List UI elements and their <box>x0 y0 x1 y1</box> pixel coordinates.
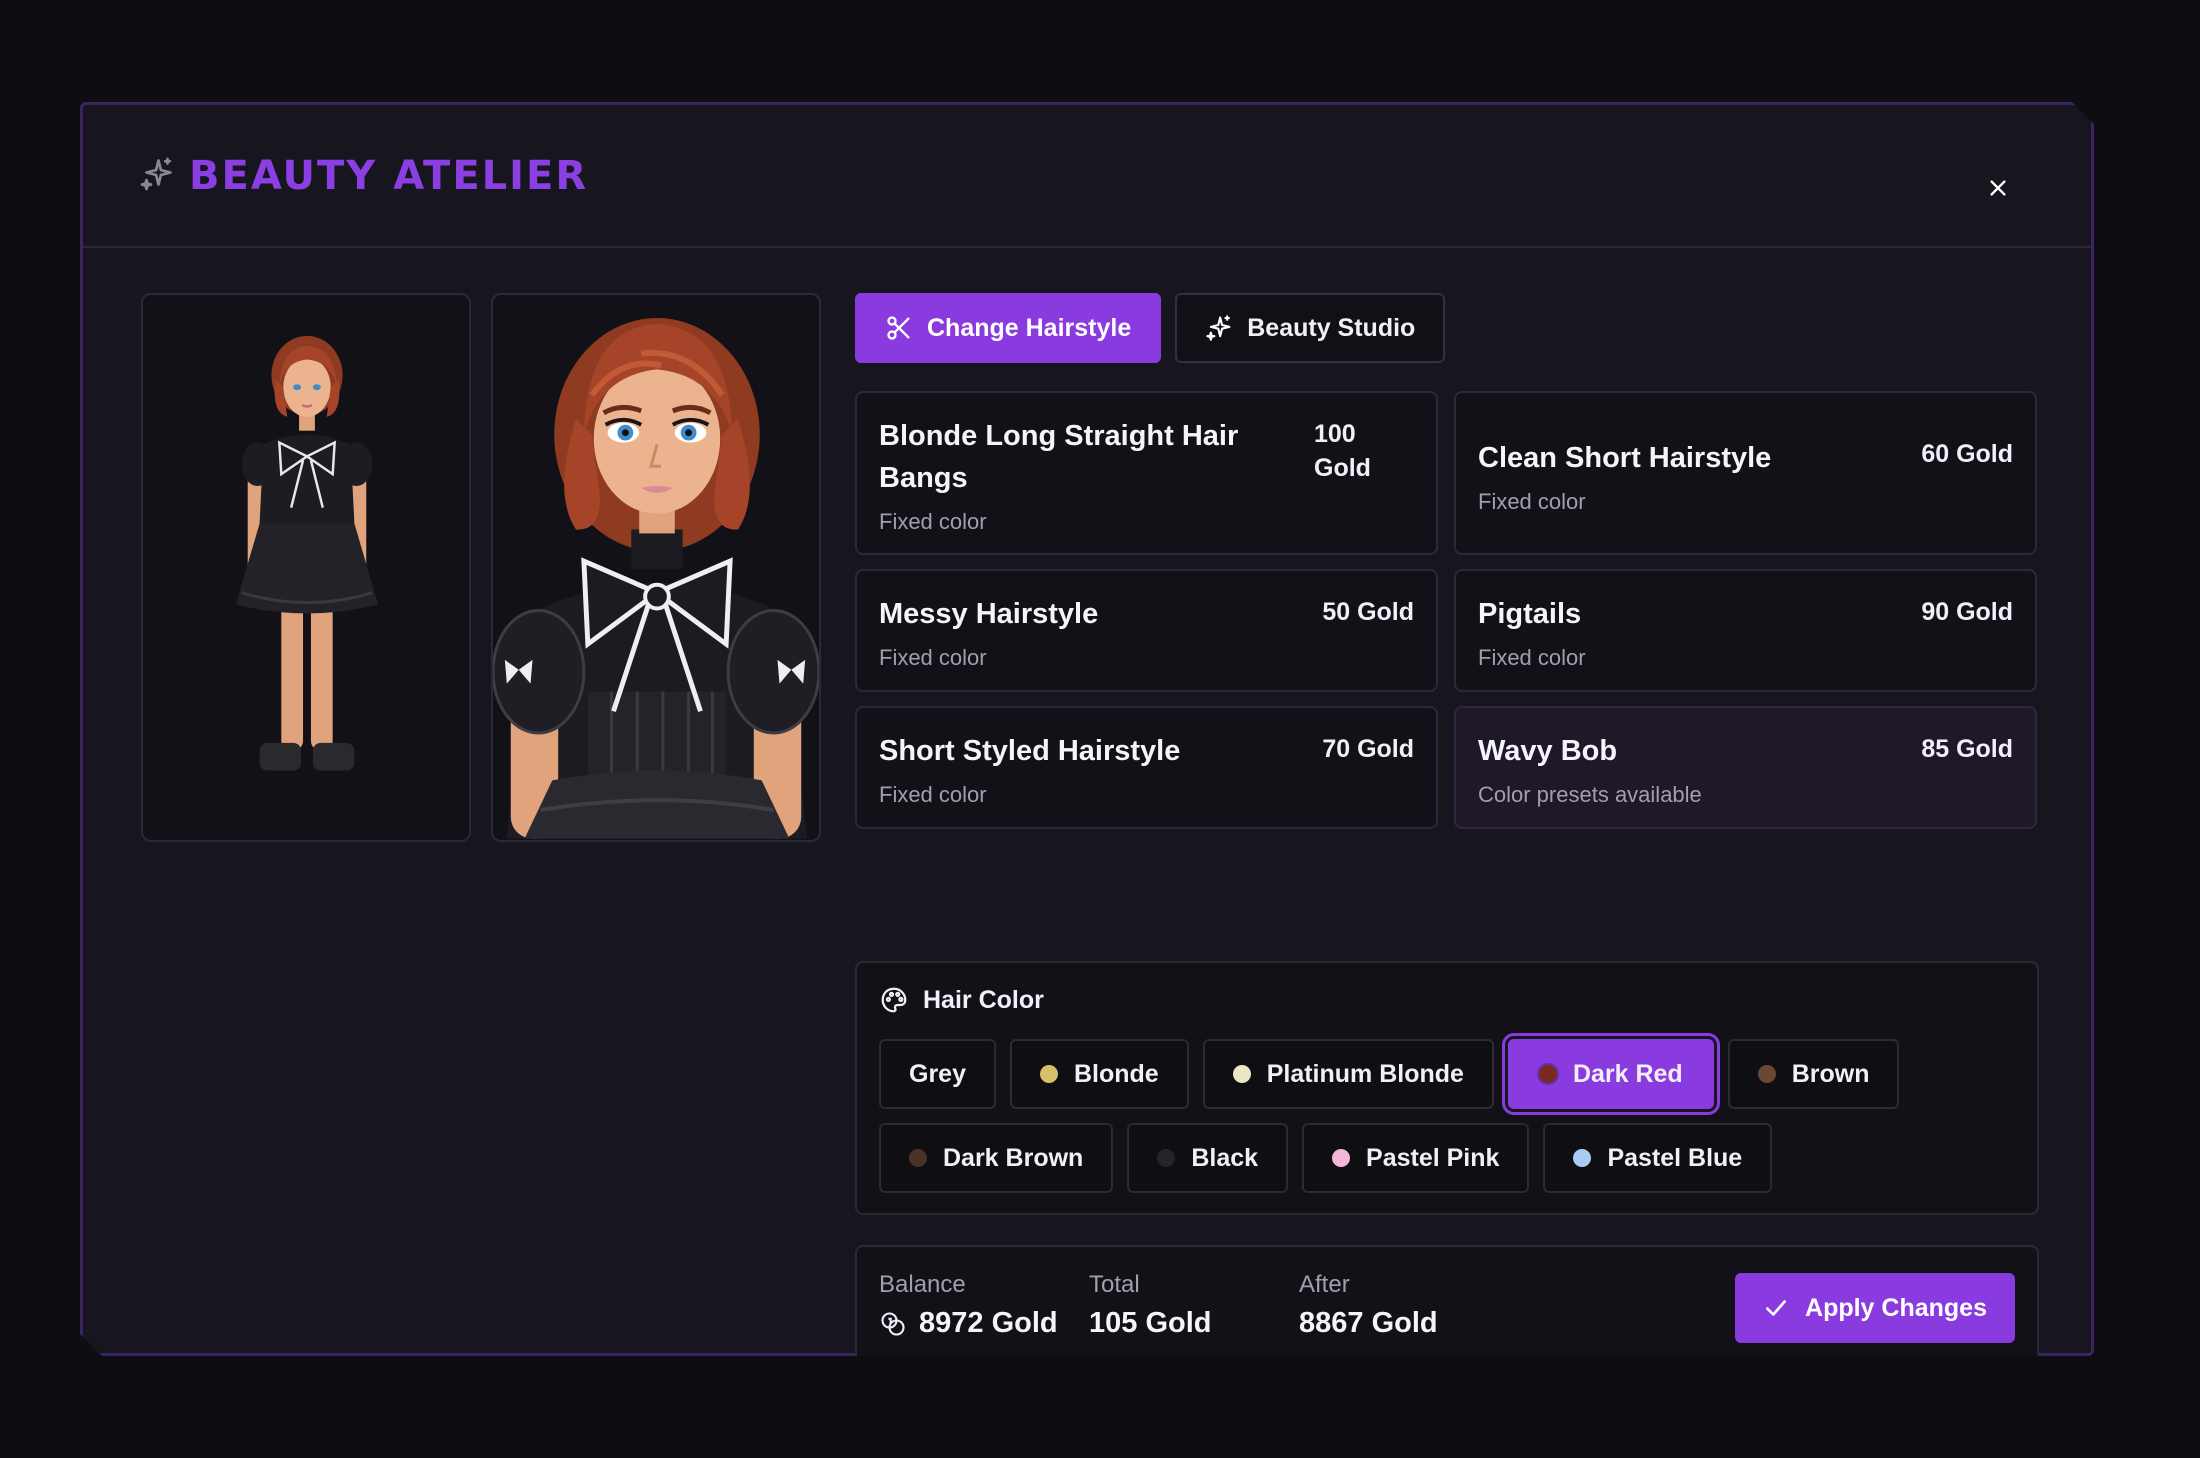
color-option-pastel-blue[interactable]: Pastel Blue <box>1543 1123 1772 1193</box>
color-option-pastel-pink[interactable]: Pastel Pink <box>1302 1123 1529 1193</box>
tab-label: Beauty Studio <box>1247 313 1416 342</box>
hairstyle-name: Messy Hairstyle <box>879 598 1099 630</box>
balance-block: Balance 8972 Gold <box>879 1271 1058 1340</box>
after-label: After <box>1299 1271 1350 1298</box>
hairstyle-color-note: Fixed color <box>1478 645 1586 670</box>
color-dot <box>1539 1065 1557 1083</box>
color-dot <box>1332 1149 1350 1167</box>
hairstyle-price: 60 Gold <box>1921 440 2013 468</box>
hairstyle-card-wavy-bob[interactable]: Wavy Bob Color presets available 85 Gold <box>1454 706 2037 829</box>
hair-color-header: Hair Color <box>879 985 1044 1015</box>
cost-breakdown: Hairstyle: 85 Gold, color: 20 Gold <box>879 1367 1189 1390</box>
hairstyle-price: 90 Gold <box>1921 598 2013 626</box>
color-option-label: Pastel Pink <box>1366 1143 1500 1172</box>
sparkles-icon <box>139 156 175 197</box>
cost-summary: Balance 8972 Gold Total 105 Gold After 8… <box>855 1245 2039 1415</box>
color-option-label: Blonde <box>1073 1059 1159 1088</box>
character-full-body-image <box>143 295 469 840</box>
color-dot <box>1157 1149 1175 1167</box>
color-option-label: Grey <box>909 1059 966 1088</box>
total-label: Total <box>1089 1271 1140 1298</box>
hairstyle-price: 70 Gold <box>1322 735 1414 763</box>
color-dot <box>1040 1065 1058 1083</box>
check-icon <box>1763 1295 1789 1321</box>
hairstyle-color-note: Fixed color <box>879 509 987 534</box>
hairstyle-name: Clean Short Hairstyle <box>1478 442 1772 474</box>
hairstyle-card-blonde-long-straight[interactable]: Blonde Long Straight Hair Bangs Fixed co… <box>855 391 1438 555</box>
close-icon <box>1987 177 2009 199</box>
hairstyle-price: 50 Gold <box>1322 598 1414 626</box>
hairstyle-card-pigtails[interactable]: Pigtails Fixed color 90 Gold <box>1454 569 2037 692</box>
color-option-label: Dark Brown <box>943 1143 1084 1172</box>
scissors-icon <box>885 314 913 342</box>
balance-label: Balance <box>879 1271 966 1298</box>
color-option-label: Platinum Blonde <box>1266 1059 1464 1088</box>
color-option-label: Dark Red <box>1572 1059 1683 1088</box>
hairstyle-price: 85 Gold <box>1921 735 2013 763</box>
color-option-dark-red[interactable]: Dark Red <box>1508 1039 1714 1109</box>
apply-changes-button[interactable]: Apply Changes <box>1735 1273 2015 1343</box>
apply-label: Apply Changes <box>1805 1293 1987 1322</box>
color-options-row-2: Dark Brown Black Pastel Pink Pastel Blue <box>879 1123 1772 1193</box>
hairstyle-name: Short Styled Hairstyle <box>879 735 1181 767</box>
hairstyle-color-note: Color presets available <box>1478 782 1702 807</box>
hairstyle-color-note: Fixed color <box>879 645 987 670</box>
hairstyle-grid: Blonde Long Straight Hair Bangs Fixed co… <box>855 391 2039 829</box>
hairstyle-color-note: Fixed color <box>1478 489 1586 514</box>
close-button[interactable] <box>1983 173 2013 203</box>
color-option-grey[interactable]: Grey <box>879 1039 996 1109</box>
balance-value: 8972 Gold <box>919 1307 1058 1339</box>
total-block: Total 105 Gold <box>1089 1271 1212 1340</box>
balance-value-row: 8972 Gold <box>879 1307 1058 1340</box>
hair-color-panel: Hair Color Grey Blonde Platinum Blonde D… <box>855 961 2039 1215</box>
dialog-title: BEAUTY ATELIER <box>189 153 589 199</box>
color-dot <box>1233 1065 1251 1083</box>
color-option-label: Black <box>1191 1143 1259 1172</box>
hairstyle-card-messy[interactable]: Messy Hairstyle Fixed color 50 Gold <box>855 569 1438 692</box>
hairstyle-price: 100 Gold <box>1314 420 1371 482</box>
full-body-preview <box>141 293 471 842</box>
color-dot <box>909 1149 927 1167</box>
after-value: 8867 Gold <box>1299 1307 1438 1339</box>
bust-preview <box>491 293 821 842</box>
color-option-label: Pastel Blue <box>1607 1143 1743 1172</box>
hairstyle-card-clean-short[interactable]: Clean Short Hairstyle Fixed color 60 Gol… <box>1454 391 2037 555</box>
coins-icon <box>879 1310 907 1338</box>
hairstyle-name: Pigtails <box>1478 598 1582 630</box>
mode-tabs: Change Hairstyle Beauty Studio <box>855 293 1445 363</box>
tab-label: Change Hairstyle <box>927 313 1132 342</box>
tab-beauty-studio[interactable]: Beauty Studio <box>1175 293 1445 363</box>
tab-change-hairstyle[interactable]: Change Hairstyle <box>855 293 1161 363</box>
color-option-dark-brown[interactable]: Dark Brown <box>879 1123 1113 1193</box>
after-block: After 8867 Gold <box>1299 1271 1438 1340</box>
sparkles-icon <box>1205 314 1233 342</box>
hair-color-title: Hair Color <box>923 985 1044 1014</box>
total-value: 105 Gold <box>1089 1307 1212 1339</box>
hairstyle-color-note: Fixed color <box>879 782 987 807</box>
character-bust-image <box>493 295 819 840</box>
color-option-label: Brown <box>1791 1059 1870 1088</box>
title-group: BEAUTY ATELIER <box>139 153 588 199</box>
color-option-platinum-blonde[interactable]: Platinum Blonde <box>1203 1039 1494 1109</box>
dialog-header: BEAUTY ATELIER <box>83 105 2091 248</box>
color-dot <box>1758 1065 1776 1083</box>
beauty-atelier-dialog: BEAUTY ATELIER Change Hairstyle Beauty S… <box>80 102 2094 1356</box>
color-options-row-1: Grey Blonde Platinum Blonde Dark Red Bro… <box>879 1039 1899 1109</box>
color-option-black[interactable]: Black <box>1127 1123 1288 1193</box>
hairstyle-name: Blonde Long Straight Hair Bangs <box>879 420 1239 494</box>
color-option-blonde[interactable]: Blonde <box>1010 1039 1189 1109</box>
color-option-brown[interactable]: Brown <box>1728 1039 1900 1109</box>
color-dot <box>1573 1149 1591 1167</box>
hairstyle-card-short-styled[interactable]: Short Styled Hairstyle Fixed color 70 Go… <box>855 706 1438 829</box>
hairstyle-name: Wavy Bob <box>1478 735 1618 767</box>
palette-icon <box>879 985 909 1015</box>
